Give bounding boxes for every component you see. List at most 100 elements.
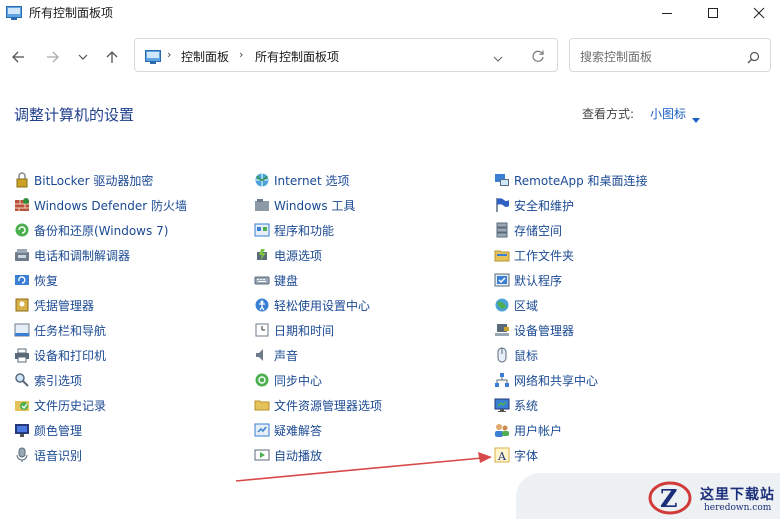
control-panel-item-label: 电话和调制解调器 xyxy=(34,248,131,263)
control-panel-item-label: BitLocker 驱动器加密 xyxy=(34,173,154,188)
control-panel-item-label: 用户帐户 xyxy=(514,423,563,438)
phone-modem-icon xyxy=(14,247,30,263)
control-panel-item-label: 备份和还原(Windows 7) xyxy=(34,223,169,238)
work-folders-icon xyxy=(494,247,510,263)
view-by-dropdown[interactable]: 小图标 xyxy=(650,105,686,122)
control-panel-item[interactable]: 鼠标 xyxy=(494,345,538,365)
control-panel-item[interactable]: 备份和还原(Windows 7) xyxy=(14,220,168,240)
remoteapp-icon xyxy=(494,172,510,188)
keyboard-icon xyxy=(254,272,270,288)
control-panel-item[interactable]: 颜色管理 xyxy=(14,420,82,440)
control-panel-item[interactable]: 文件历史记录 xyxy=(14,395,106,415)
watermark-url: heredown.com xyxy=(704,503,772,513)
control-panel-item-label: 系统 xyxy=(514,398,539,413)
chevron-down-icon xyxy=(78,54,88,60)
control-panel-item[interactable]: 日期和时间 xyxy=(254,320,334,340)
control-panel-item[interactable]: 系统 xyxy=(494,395,538,415)
control-panel-item[interactable]: 同步中心 xyxy=(254,370,322,390)
indexing-icon xyxy=(14,372,30,388)
control-panel-item[interactable]: 疑难解答 xyxy=(254,420,322,440)
control-panel-item[interactable]: RemoteApp 和桌面连接 xyxy=(494,170,648,190)
control-panel-item[interactable]: 程序和功能 xyxy=(254,220,334,240)
control-panel-item[interactable]: Windows 工具 xyxy=(254,195,355,215)
breadcrumb-separator-icon: › xyxy=(239,48,244,61)
control-panel-item[interactable]: 语音识别 xyxy=(14,445,82,465)
folder-options-icon xyxy=(254,397,270,413)
control-panel-item[interactable]: 声音 xyxy=(254,345,298,365)
control-panel-item[interactable]: Windows Defender 防火墙 xyxy=(14,195,187,215)
maximize-button[interactable] xyxy=(690,0,736,26)
control-panel-item[interactable]: 索引选项 xyxy=(14,370,82,390)
minimize-button[interactable] xyxy=(644,0,690,26)
refresh-button[interactable] xyxy=(531,48,545,67)
control-panel-item[interactable]: 电源选项 xyxy=(254,245,322,265)
control-panel-item[interactable]: 文件资源管理器选项 xyxy=(254,395,382,415)
control-panel-item[interactable]: 电话和调制解调器 xyxy=(14,245,130,265)
back-button[interactable] xyxy=(6,45,30,69)
address-dropdown-button[interactable] xyxy=(493,49,503,68)
up-button[interactable] xyxy=(100,45,124,69)
firewall-icon xyxy=(14,197,30,213)
search-input[interactable]: 搜索控制面板 xyxy=(569,38,771,72)
bitlocker-icon xyxy=(14,172,30,188)
storage-icon xyxy=(494,222,510,238)
control-panel-item[interactable]: A 字体 xyxy=(494,445,538,465)
control-panel-item-label: Windows Defender 防火墙 xyxy=(34,198,187,213)
control-panel-item[interactable]: 网络和共享中心 xyxy=(494,370,598,390)
programs-icon xyxy=(254,222,270,238)
troubleshoot-icon xyxy=(254,422,270,438)
color-management-icon xyxy=(14,422,30,438)
search-placeholder: 搜索控制面板 xyxy=(580,50,653,64)
control-panel-item-label: 语音识别 xyxy=(34,448,83,463)
breadcrumb-all-items[interactable]: 所有控制面板项 xyxy=(255,48,339,65)
control-panel-item-label: 程序和功能 xyxy=(274,223,335,238)
control-panel-item[interactable]: 安全和维护 xyxy=(494,195,574,215)
watermark-logo-icon: Z xyxy=(648,480,696,520)
printer-icon xyxy=(14,347,30,363)
control-panel-item[interactable]: 凭据管理器 xyxy=(14,295,94,315)
control-panel-item-label: 设备管理器 xyxy=(514,323,575,338)
internet-icon xyxy=(254,172,270,188)
control-panel-item-label: 同步中心 xyxy=(274,373,323,388)
control-panel-item[interactable]: 轻松使用设置中心 xyxy=(254,295,370,315)
control-panel-item[interactable]: BitLocker 驱动器加密 xyxy=(14,170,153,190)
mouse-icon xyxy=(494,347,510,363)
recent-locations-button[interactable] xyxy=(71,45,95,69)
control-panel-item-label: 电源选项 xyxy=(274,248,323,263)
close-button[interactable] xyxy=(736,0,780,26)
chevron-down-icon xyxy=(493,56,503,62)
taskbar-icon xyxy=(14,322,30,338)
control-panel-item[interactable]: 恢复 xyxy=(14,270,58,290)
control-panel-item-label: 疑难解答 xyxy=(274,423,323,438)
navigation-bar: › 控制面板 › 所有控制面板项 搜索控制面板 xyxy=(0,36,780,76)
watermark-title: 这里下载站 xyxy=(700,487,775,503)
control-panel-item[interactable]: 键盘 xyxy=(254,270,298,290)
control-panel-item[interactable]: 区域 xyxy=(494,295,538,315)
control-panel-item-label: Internet 选项 xyxy=(274,173,350,188)
accessibility-icon xyxy=(254,297,270,313)
control-panel-item[interactable]: 存储空间 xyxy=(494,220,562,240)
control-panel-item[interactable]: 用户帐户 xyxy=(494,420,562,440)
search-icon[interactable] xyxy=(747,49,760,68)
file-history-icon xyxy=(14,397,30,413)
caret-down-icon[interactable] xyxy=(692,109,700,128)
control-panel-item-label: 文件历史记录 xyxy=(34,398,107,413)
breadcrumb-control-panel[interactable]: 控制面板 xyxy=(181,48,229,65)
region-icon xyxy=(494,297,510,313)
control-panel-item[interactable]: Internet 选项 xyxy=(254,170,349,190)
forward-button[interactable] xyxy=(41,45,65,69)
control-panel-item[interactable]: 默认程序 xyxy=(494,270,562,290)
address-bar[interactable]: › 控制面板 › 所有控制面板项 xyxy=(134,38,558,72)
control-panel-item-label: 存储空间 xyxy=(514,223,563,238)
control-panel-item-label: 键盘 xyxy=(274,273,299,288)
control-panel-item-label: 安全和维护 xyxy=(514,198,575,213)
control-panel-item[interactable]: 工作文件夹 xyxy=(494,245,574,265)
network-icon xyxy=(494,372,510,388)
control-panel-item-label: Windows 工具 xyxy=(274,198,356,213)
control-panel-item[interactable]: 设备管理器 xyxy=(494,320,574,340)
window-title: 所有控制面板项 xyxy=(29,6,114,20)
control-panel-item[interactable]: 任务栏和导航 xyxy=(14,320,106,340)
control-panel-item[interactable]: 设备和打印机 xyxy=(14,345,106,365)
control-panel-item-label: 轻松使用设置中心 xyxy=(274,298,371,313)
arrow-right-icon xyxy=(47,51,59,63)
